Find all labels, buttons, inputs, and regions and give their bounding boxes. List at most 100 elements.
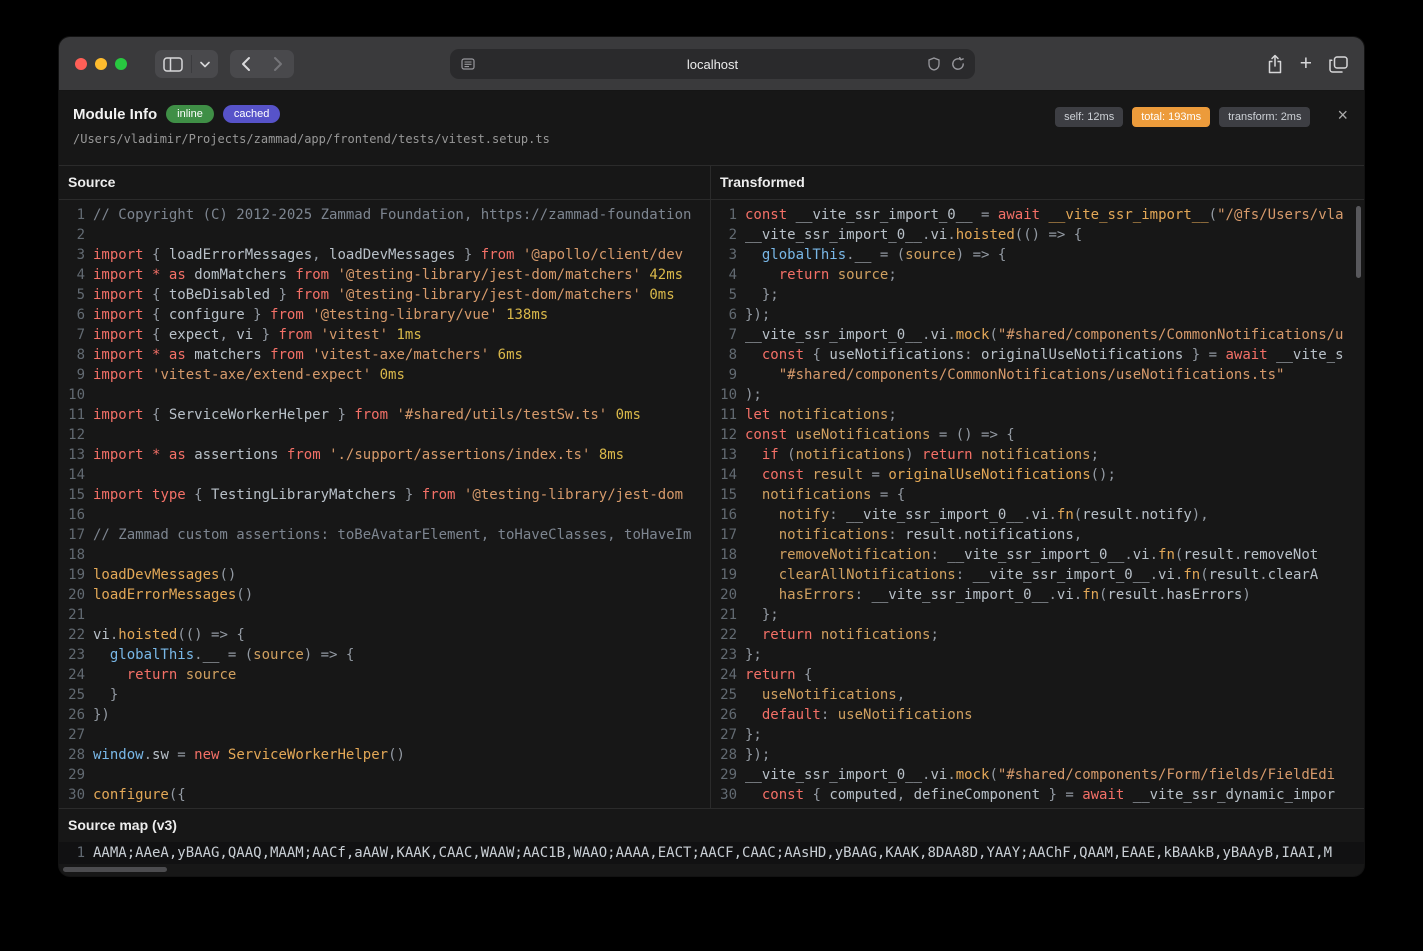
code-line: 16 [59,505,710,525]
code-text [93,505,710,525]
code-text: const result = originalUseNotifications(… [745,465,1364,485]
address-bar[interactable]: localhost [450,49,975,79]
timing-total-badge: total: 193ms [1132,107,1210,127]
back-button[interactable] [241,56,251,72]
code-text [93,465,710,485]
source-map-section: Source map (v3) 1 AAMA;AAeA,yBAAG,QAAQ,M… [59,808,1364,876]
code-text: loadErrorMessages() [93,585,710,605]
code-text: notifications = { [745,485,1364,505]
line-number: 25 [711,685,737,705]
code-line: 21 [59,605,710,625]
line-number: 3 [711,245,737,265]
code-text: import * as domMatchers from '@testing-l… [93,265,710,285]
line-number: 23 [59,645,85,665]
code-text: __vite_ssr_import_0__.vi.hoisted(() => { [745,225,1364,245]
toolbar-right-actions: + [1267,50,1348,78]
line-number: 27 [711,725,737,745]
code-line: 9import 'vitest-axe/extend-expect' 0ms [59,365,710,385]
code-line: 25 } [59,685,710,705]
close-window-button[interactable] [75,58,87,70]
line-number: 22 [711,625,737,645]
code-text: }) [93,705,710,725]
code-line: 5 }; [711,285,1364,305]
code-line: 1// Copyright (C) 2012-2025 Zammad Found… [59,205,710,225]
code-line: 30 const { computed, defineComponent } =… [711,785,1364,805]
code-text [93,765,710,785]
close-button[interactable]: × [1337,107,1348,123]
tab-overview-icon[interactable] [1329,56,1348,73]
line-number: 17 [59,525,85,545]
line-number: 15 [711,485,737,505]
code-line: 27}; [711,725,1364,745]
page-settings-icon[interactable] [461,58,475,70]
reload-icon[interactable] [951,57,965,71]
code-line: 23 globalThis.__ = (source) => { [59,645,710,665]
line-number: 20 [711,585,737,605]
new-tab-icon[interactable]: + [1300,53,1312,74]
vertical-scrollbar[interactable] [1356,206,1361,278]
code-line: 28window.sw = new ServiceWorkerHelper() [59,745,710,765]
code-line: 22 return notifications; [711,625,1364,645]
sidebar-toggle-button[interactable] [155,50,218,78]
code-text: }; [745,645,1364,665]
source-code-editor[interactable]: 1// Copyright (C) 2012-2025 Zammad Found… [59,200,710,807]
code-text: }; [745,285,1364,305]
browser-window: localhost + Module [59,37,1364,876]
line-number: 3 [59,245,85,265]
line-number: 23 [711,645,737,665]
line-number: 7 [711,325,737,345]
share-icon[interactable] [1267,54,1283,74]
line-number: 19 [711,565,737,585]
code-line: 2 [59,225,710,245]
line-number: 8 [59,345,85,365]
code-line: 17// Zammad custom assertions: toBeAvata… [59,525,710,545]
code-panes: Source 1// Copyright (C) 2012-2025 Zamma… [59,166,1364,808]
line-number: 20 [59,585,85,605]
code-text: notifications: result.notifications, [745,525,1364,545]
zoom-window-button[interactable] [115,58,127,70]
code-text [93,225,710,245]
code-text: clearAllNotifications: __vite_ssr_import… [745,565,1364,585]
code-text [93,725,710,745]
chevron-down-icon [200,61,210,68]
timing-transform-badge: transform: 2ms [1219,107,1310,127]
source-pane: Source 1// Copyright (C) 2012-2025 Zamma… [59,166,711,808]
code-text [93,545,710,565]
code-text [93,605,710,625]
code-text: loadDevMessages() [93,565,710,585]
code-text: if (notifications) return notifications; [745,445,1364,465]
code-text: __vite_ssr_import_0__.vi.mock("#shared/c… [745,765,1364,785]
code-line: 8 const { useNotifications: originalUseN… [711,345,1364,365]
code-text: configure({ [93,785,710,805]
code-line: 7__vite_ssr_import_0__.vi.mock("#shared/… [711,325,1364,345]
module-file-path: /Users/vladimir/Projects/zammad/app/fron… [73,132,550,146]
code-text: vi.hoisted(() => { [93,625,710,645]
page-title: Module Info [73,106,157,123]
code-text: import { configure } from '@testing-libr… [93,305,710,325]
code-line: 4 import * as domMatchers from '@testing-… [59,265,710,285]
code-line: 27 [59,725,710,745]
code-line: 6}); [711,305,1364,325]
line-number: 12 [711,425,737,445]
line-number: 13 [59,445,85,465]
code-line: 18 [59,545,710,565]
privacy-icon[interactable] [928,57,940,71]
inline-badge: inline [166,105,214,123]
line-number: 14 [711,465,737,485]
line-number: 6 [59,305,85,325]
transformed-code-editor[interactable]: 1const __vite_ssr_import_0__ = await __v… [711,200,1364,807]
sidebar-icon [163,57,183,72]
transformed-pane-title: Transformed [711,166,1364,200]
minimize-window-button[interactable] [95,58,107,70]
code-text: useNotifications, [745,685,1364,705]
code-text: import * as matchers from 'vitest-axe/ma… [93,345,710,365]
code-line: 19loadDevMessages() [59,565,710,585]
line-number: 8 [711,345,737,365]
line-number: 4 [59,265,85,285]
url-text: localhost [687,57,738,72]
source-map-line: 1 AAMA;AAeA,yBAAG,QAAQ,MAAM;AACf,aAAW,KA… [59,842,1364,864]
horizontal-scrollbar[interactable] [63,867,167,872]
forward-button[interactable] [273,56,283,72]
code-line: 24 return source [59,665,710,685]
code-line: 14 const result = originalUseNotificatio… [711,465,1364,485]
